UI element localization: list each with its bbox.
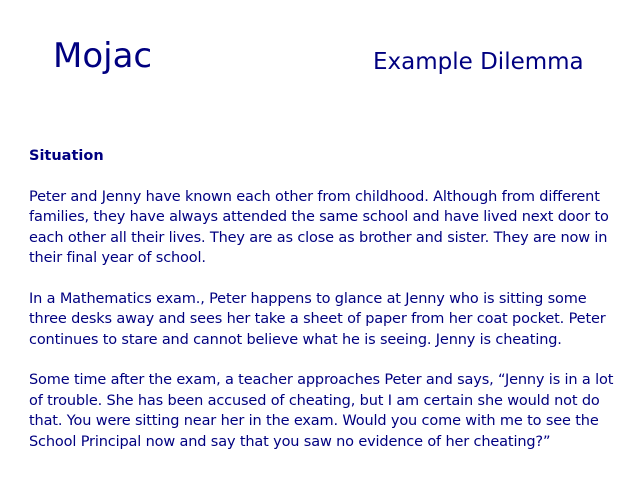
paragraph-2: In a Mathematics exam., Peter happens to… <box>29 290 606 348</box>
page-subtitle: Example Dilemma <box>373 49 584 75</box>
app-title: Mojac <box>53 36 153 76</box>
paragraph-1: Peter and Jenny have known each other fr… <box>29 188 609 267</box>
paragraph-3: Some time after the exam, a teacher appr… <box>29 372 614 450</box>
dilemma-content: Situation Peter and Jenny have known eac… <box>29 146 614 472</box>
section-heading: Situation <box>29 148 104 164</box>
